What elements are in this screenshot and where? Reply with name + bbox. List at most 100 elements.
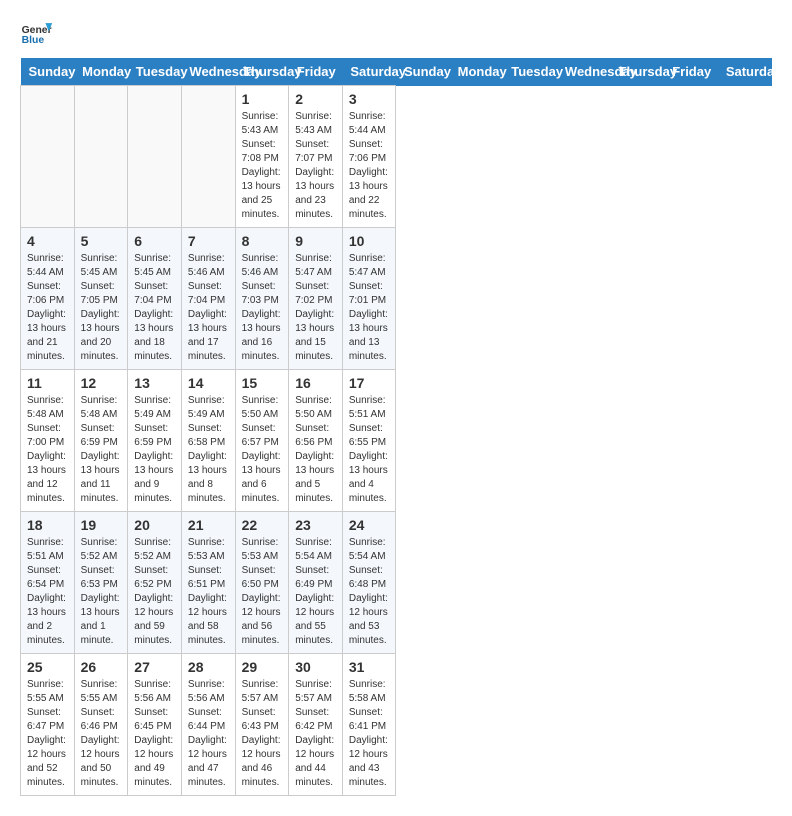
day-cell: 8 Sunrise: 5:46 AM Sunset: 7:03 PM Daylig… (235, 228, 289, 370)
calendar-table: SundayMondayTuesdayWednesdayThursdayFrid… (20, 58, 772, 796)
day-info: Sunrise: 5:58 AM Sunset: 6:41 PM Dayligh… (349, 678, 390, 790)
day-info: Sunrise: 5:45 AM Sunset: 7:04 PM Dayligh… (134, 252, 175, 364)
day-cell: 6 Sunrise: 5:45 AM Sunset: 7:04 PM Daylig… (128, 228, 182, 370)
day-number: 22 (242, 517, 283, 533)
day-cell: 2 Sunrise: 5:43 AM Sunset: 7:07 PM Daylig… (289, 86, 343, 228)
day-number: 8 (242, 233, 283, 249)
day-number: 3 (349, 91, 390, 107)
day-cell: 13 Sunrise: 5:49 AM Sunset: 6:59 PM Dayli… (128, 370, 182, 512)
week-row-4: 18 Sunrise: 5:51 AM Sunset: 6:54 PM Dayli… (21, 512, 772, 654)
day-cell: 9 Sunrise: 5:47 AM Sunset: 7:02 PM Daylig… (289, 228, 343, 370)
day-cell: 28 Sunrise: 5:56 AM Sunset: 6:44 PM Dayli… (181, 654, 235, 796)
day-number: 20 (134, 517, 175, 533)
day-info: Sunrise: 5:54 AM Sunset: 6:48 PM Dayligh… (349, 536, 390, 648)
day-cell (128, 86, 182, 228)
col-header-friday: Friday (664, 58, 718, 86)
day-number: 30 (295, 659, 336, 675)
day-number: 15 (242, 375, 283, 391)
day-cell: 17Sunrise: 5:51 AM Sunset: 6:55 PM Dayli… (342, 370, 396, 512)
day-info: Sunrise: 5:53 AM Sunset: 6:50 PM Dayligh… (242, 536, 283, 648)
day-number: 24 (349, 517, 390, 533)
day-info: Sunrise: 5:43 AM Sunset: 7:07 PM Dayligh… (295, 110, 336, 222)
col-header-thursday: Thursday (611, 58, 665, 86)
day-info: Sunrise: 5:47 AM Sunset: 7:02 PM Dayligh… (295, 252, 336, 364)
day-info: Sunrise: 5:46 AM Sunset: 7:03 PM Dayligh… (242, 252, 283, 364)
day-cell (181, 86, 235, 228)
day-info: Sunrise: 5:44 AM Sunset: 7:06 PM Dayligh… (27, 252, 68, 364)
day-number: 31 (349, 659, 390, 675)
header-row: SundayMondayTuesdayWednesdayThursdayFrid… (21, 58, 772, 86)
day-cell: 3 Sunrise: 5:44 AM Sunset: 7:06 PM Daylig… (342, 86, 396, 228)
day-cell: 16 Sunrise: 5:50 AM Sunset: 6:56 PM Dayli… (289, 370, 343, 512)
day-info: Sunrise: 5:57 AM Sunset: 6:42 PM Dayligh… (295, 678, 336, 790)
day-cell: 7 Sunrise: 5:46 AM Sunset: 7:04 PM Daylig… (181, 228, 235, 370)
col-header-monday: Monday (74, 58, 128, 86)
day-number: 29 (242, 659, 283, 675)
day-cell: 18 Sunrise: 5:51 AM Sunset: 6:54 PM Dayli… (21, 512, 75, 654)
day-number: 19 (81, 517, 122, 533)
col-header-wednesday: Wednesday (557, 58, 611, 86)
day-cell: 5 Sunrise: 5:45 AM Sunset: 7:05 PM Daylig… (74, 228, 128, 370)
day-number: 10 (349, 233, 390, 249)
day-number: 28 (188, 659, 229, 675)
day-cell: 26 Sunrise: 5:55 AM Sunset: 6:46 PM Dayli… (74, 654, 128, 796)
day-cell (21, 86, 75, 228)
day-cell: 29 Sunrise: 5:57 AM Sunset: 6:43 PM Dayli… (235, 654, 289, 796)
day-cell: 22 Sunrise: 5:53 AM Sunset: 6:50 PM Dayli… (235, 512, 289, 654)
day-cell: 14Sunrise: 5:49 AM Sunset: 6:58 PM Dayli… (181, 370, 235, 512)
day-info: Sunrise: 5:55 AM Sunset: 6:46 PM Dayligh… (81, 678, 122, 790)
day-info: Sunrise: 5:54 AM Sunset: 6:49 PM Dayligh… (295, 536, 336, 648)
day-number: 17 (349, 375, 390, 391)
day-number: 6 (134, 233, 175, 249)
day-cell: 23Sunrise: 5:54 AM Sunset: 6:49 PM Dayli… (289, 512, 343, 654)
col-header-sunday: Sunday (21, 58, 75, 86)
day-cell: 20Sunrise: 5:52 AM Sunset: 6:52 PM Dayli… (128, 512, 182, 654)
day-info: Sunrise: 5:56 AM Sunset: 6:44 PM Dayligh… (188, 678, 229, 790)
day-info: Sunrise: 5:52 AM Sunset: 6:53 PM Dayligh… (81, 536, 122, 648)
day-info: Sunrise: 5:46 AM Sunset: 7:04 PM Dayligh… (188, 252, 229, 364)
col-header-saturday: Saturday (342, 58, 396, 86)
day-number: 26 (81, 659, 122, 675)
day-info: Sunrise: 5:48 AM Sunset: 7:00 PM Dayligh… (27, 394, 68, 506)
logo-icon: General Blue (20, 20, 52, 48)
day-info: Sunrise: 5:57 AM Sunset: 6:43 PM Dayligh… (242, 678, 283, 790)
day-info: Sunrise: 5:50 AM Sunset: 6:56 PM Dayligh… (295, 394, 336, 506)
day-number: 9 (295, 233, 336, 249)
day-cell (74, 86, 128, 228)
day-number: 16 (295, 375, 336, 391)
col-header-monday: Monday (450, 58, 504, 86)
day-cell: 10Sunrise: 5:47 AM Sunset: 7:01 PM Dayli… (342, 228, 396, 370)
day-info: Sunrise: 5:45 AM Sunset: 7:05 PM Dayligh… (81, 252, 122, 364)
day-info: Sunrise: 5:55 AM Sunset: 6:47 PM Dayligh… (27, 678, 68, 790)
col-header-wednesday: Wednesday (181, 58, 235, 86)
page-header: General Blue (20, 20, 772, 48)
col-header-saturday: Saturday (718, 58, 772, 86)
col-header-friday: Friday (289, 58, 343, 86)
day-number: 11 (27, 375, 68, 391)
week-row-1: 1Sunrise: 5:43 AM Sunset: 7:08 PM Daylig… (21, 86, 772, 228)
day-number: 13 (134, 375, 175, 391)
week-row-3: 11 Sunrise: 5:48 AM Sunset: 7:00 PM Dayli… (21, 370, 772, 512)
day-number: 5 (81, 233, 122, 249)
day-info: Sunrise: 5:51 AM Sunset: 6:54 PM Dayligh… (27, 536, 68, 648)
week-row-2: 4Sunrise: 5:44 AM Sunset: 7:06 PM Daylig… (21, 228, 772, 370)
day-cell: 30 Sunrise: 5:57 AM Sunset: 6:42 PM Dayli… (289, 654, 343, 796)
week-row-5: 25 Sunrise: 5:55 AM Sunset: 6:47 PM Dayli… (21, 654, 772, 796)
day-number: 1 (242, 91, 283, 107)
day-info: Sunrise: 5:53 AM Sunset: 6:51 PM Dayligh… (188, 536, 229, 648)
day-info: Sunrise: 5:49 AM Sunset: 6:59 PM Dayligh… (134, 394, 175, 506)
day-info: Sunrise: 5:50 AM Sunset: 6:57 PM Dayligh… (242, 394, 283, 506)
day-cell: 4Sunrise: 5:44 AM Sunset: 7:06 PM Daylig… (21, 228, 75, 370)
day-cell: 24 Sunrise: 5:54 AM Sunset: 6:48 PM Dayli… (342, 512, 396, 654)
day-info: Sunrise: 5:56 AM Sunset: 6:45 PM Dayligh… (134, 678, 175, 790)
day-cell: 27Sunrise: 5:56 AM Sunset: 6:45 PM Dayli… (128, 654, 182, 796)
day-info: Sunrise: 5:44 AM Sunset: 7:06 PM Dayligh… (349, 110, 390, 222)
day-number: 14 (188, 375, 229, 391)
day-number: 18 (27, 517, 68, 533)
day-number: 25 (27, 659, 68, 675)
day-cell: 1Sunrise: 5:43 AM Sunset: 7:08 PM Daylig… (235, 86, 289, 228)
svg-text:Blue: Blue (22, 35, 45, 46)
day-cell: 25 Sunrise: 5:55 AM Sunset: 6:47 PM Dayli… (21, 654, 75, 796)
day-number: 7 (188, 233, 229, 249)
day-number: 2 (295, 91, 336, 107)
